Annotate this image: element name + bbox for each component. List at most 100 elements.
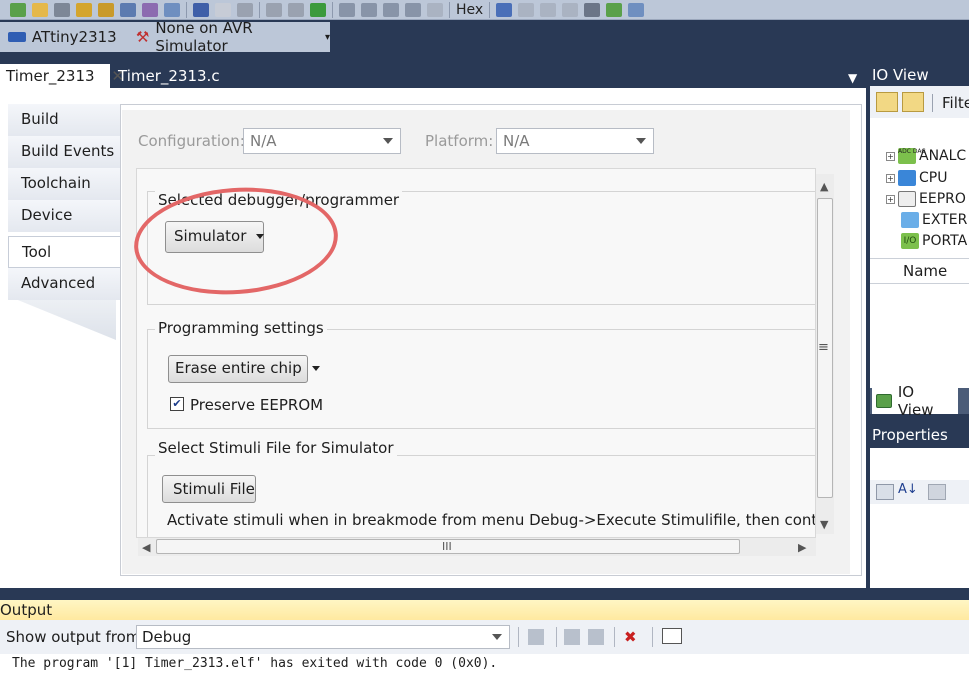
expand-icon[interactable]: +	[886, 173, 895, 183]
sidetab-tool[interactable]: Tool	[8, 236, 120, 268]
tree-item-porta[interactable]: I/O PORTA	[901, 231, 967, 251]
tool-selector[interactable]: None on AVR Simulator	[155, 19, 311, 55]
step-into-icon[interactable]	[339, 2, 355, 17]
tree-item-external[interactable]: EXTER	[901, 210, 967, 230]
window-icon[interactable]	[518, 2, 535, 17]
io-view-tree: + ADC DAC ANALC + CPU + EEPRO EXTER I/O …	[870, 118, 969, 258]
step-icon[interactable]	[266, 2, 282, 17]
scroll-down-icon[interactable]: ▼	[820, 518, 828, 531]
eeprom-icon	[898, 191, 916, 207]
open-folder-icon[interactable]	[32, 2, 48, 17]
step-out-icon[interactable]	[383, 2, 399, 17]
code-icon[interactable]	[120, 2, 136, 17]
previous-message-icon[interactable]	[564, 629, 580, 645]
device-toolbar: ATtiny2313 ⚒ None on AVR Simulator ▾	[0, 19, 330, 55]
step-over-icon[interactable]	[361, 2, 377, 17]
page-icon[interactable]	[215, 2, 231, 17]
toolbar-overflow-icon[interactable]: ▾	[325, 32, 330, 43]
checkbox-icon[interactable]	[10, 2, 26, 17]
scroll-left-icon[interactable]: ◀	[142, 541, 150, 554]
platform-value: N/A	[503, 132, 530, 150]
copy-icon[interactable]	[164, 2, 180, 17]
stop-icon[interactable]	[237, 2, 253, 17]
io-register-list	[870, 284, 969, 388]
tree-item-label: ANALC	[919, 148, 967, 164]
chevron-down-icon	[383, 138, 393, 144]
lock-icon[interactable]	[98, 2, 114, 17]
device-programming-icon[interactable]	[76, 2, 92, 17]
calculator-icon[interactable]	[628, 2, 645, 17]
sidetab-advanced[interactable]: Advanced	[8, 268, 120, 300]
chevron-down-icon	[492, 634, 502, 640]
document-tab-bar: Timer_2313 ✕ Timer_2313.c ▼	[0, 64, 866, 88]
output-source-dropdown[interactable]: Debug	[136, 625, 510, 649]
sidetab-build-events[interactable]: Build Events	[8, 136, 120, 168]
tab-label: Timer_2313	[6, 67, 95, 85]
scroll-up-icon[interactable]: ▲	[820, 180, 828, 193]
scroll-right-icon[interactable]: ▶	[798, 541, 806, 554]
configuration-label: Configuration:	[138, 132, 245, 150]
memory-icon[interactable]	[562, 2, 579, 17]
up-arrow-icon[interactable]	[427, 2, 443, 17]
break-all-icon[interactable]	[193, 2, 209, 17]
next-message-icon[interactable]	[588, 629, 604, 645]
main-toolbar: Hex	[0, 0, 969, 20]
chip-icon[interactable]	[584, 2, 601, 17]
preserve-eeprom-label: Preserve EEPROM	[190, 396, 324, 414]
name-column-header[interactable]: Name	[870, 258, 969, 284]
stimuli-group-title: Select Stimuli File for Simulator	[155, 439, 397, 457]
platform-label: Platform:	[425, 132, 494, 150]
platform-dropdown[interactable]: N/A	[496, 128, 654, 154]
configuration-value: N/A	[250, 132, 277, 150]
tree-item-label: CPU	[919, 170, 948, 186]
sidetab-label: Build	[21, 110, 59, 128]
view-mode-icon[interactable]	[902, 92, 924, 112]
tree-item-analog[interactable]: + ADC DAC ANALC	[886, 146, 966, 166]
sidetab-build[interactable]: Build	[8, 104, 120, 136]
clear-all-icon[interactable]: ✖	[624, 629, 644, 645]
tree-item-eeprom[interactable]: + EEPRO	[886, 189, 966, 209]
tree-item-cpu[interactable]: + CPU	[886, 168, 947, 188]
device-selector[interactable]: ATtiny2313	[32, 28, 117, 46]
output-title: Output	[0, 600, 969, 620]
tab-io-view[interactable]: IO View	[872, 383, 958, 419]
sidetab-label: Device	[21, 206, 73, 224]
io-view-icon	[876, 394, 892, 408]
register-icon[interactable]	[540, 2, 557, 17]
property-pages-icon[interactable]	[928, 484, 946, 500]
pause-icon[interactable]	[288, 2, 304, 17]
preserve-eeprom-checkbox[interactable]: ✔	[170, 397, 184, 411]
debugger-dropdown[interactable]: Simulator	[165, 221, 265, 253]
dropdown-tool-icon[interactable]	[496, 2, 513, 17]
adc-dac-icon: ADC DAC	[898, 148, 926, 164]
run-to-cursor-icon[interactable]	[405, 2, 421, 17]
expand-icon[interactable]: +	[886, 151, 895, 161]
io-view-icon[interactable]	[606, 2, 623, 17]
chevron-down-icon	[311, 366, 320, 371]
sort-alpha-icon[interactable]: A↓	[898, 482, 918, 497]
io-port-icon: I/O	[901, 233, 919, 249]
debugger-value: Simulator	[174, 227, 247, 245]
sidetab-label: Advanced	[21, 274, 96, 292]
output-toolbar: Show output from: Debug ✖	[0, 620, 969, 654]
configuration-dropdown[interactable]: N/A	[243, 128, 401, 154]
stimuli-file-button[interactable]: Stimuli File	[162, 475, 256, 503]
categorized-icon[interactable]	[876, 484, 894, 500]
erase-mode-dropdown[interactable]: Erase entire chip	[168, 355, 320, 383]
settings-scroll-area[interactable]: Selected debugger/programmer Simulator P…	[136, 168, 816, 538]
side-tab-list: Build Build Events Toolchain Device Tool…	[8, 104, 120, 356]
hex-toggle[interactable]: Hex	[456, 2, 483, 18]
sidetab-toolchain[interactable]: Toolchain	[8, 168, 120, 200]
play-icon[interactable]	[310, 2, 326, 17]
view-mode-icon[interactable]	[876, 92, 898, 112]
goto-line-icon[interactable]	[528, 629, 544, 645]
word-wrap-icon[interactable]	[662, 628, 682, 644]
expand-icon[interactable]: +	[886, 194, 895, 204]
spellcheck-icon[interactable]	[142, 2, 158, 17]
tools-icon[interactable]	[54, 2, 70, 17]
stimuli-file-label: Stimuli File	[173, 480, 255, 498]
tab-timer-2313[interactable]: Timer_2313 ✕	[0, 64, 124, 88]
chevron-down-icon	[636, 138, 646, 144]
tab-timer-2313-c[interactable]: Timer_2313.c	[112, 64, 222, 88]
sidetab-device[interactable]: Device	[8, 200, 120, 232]
